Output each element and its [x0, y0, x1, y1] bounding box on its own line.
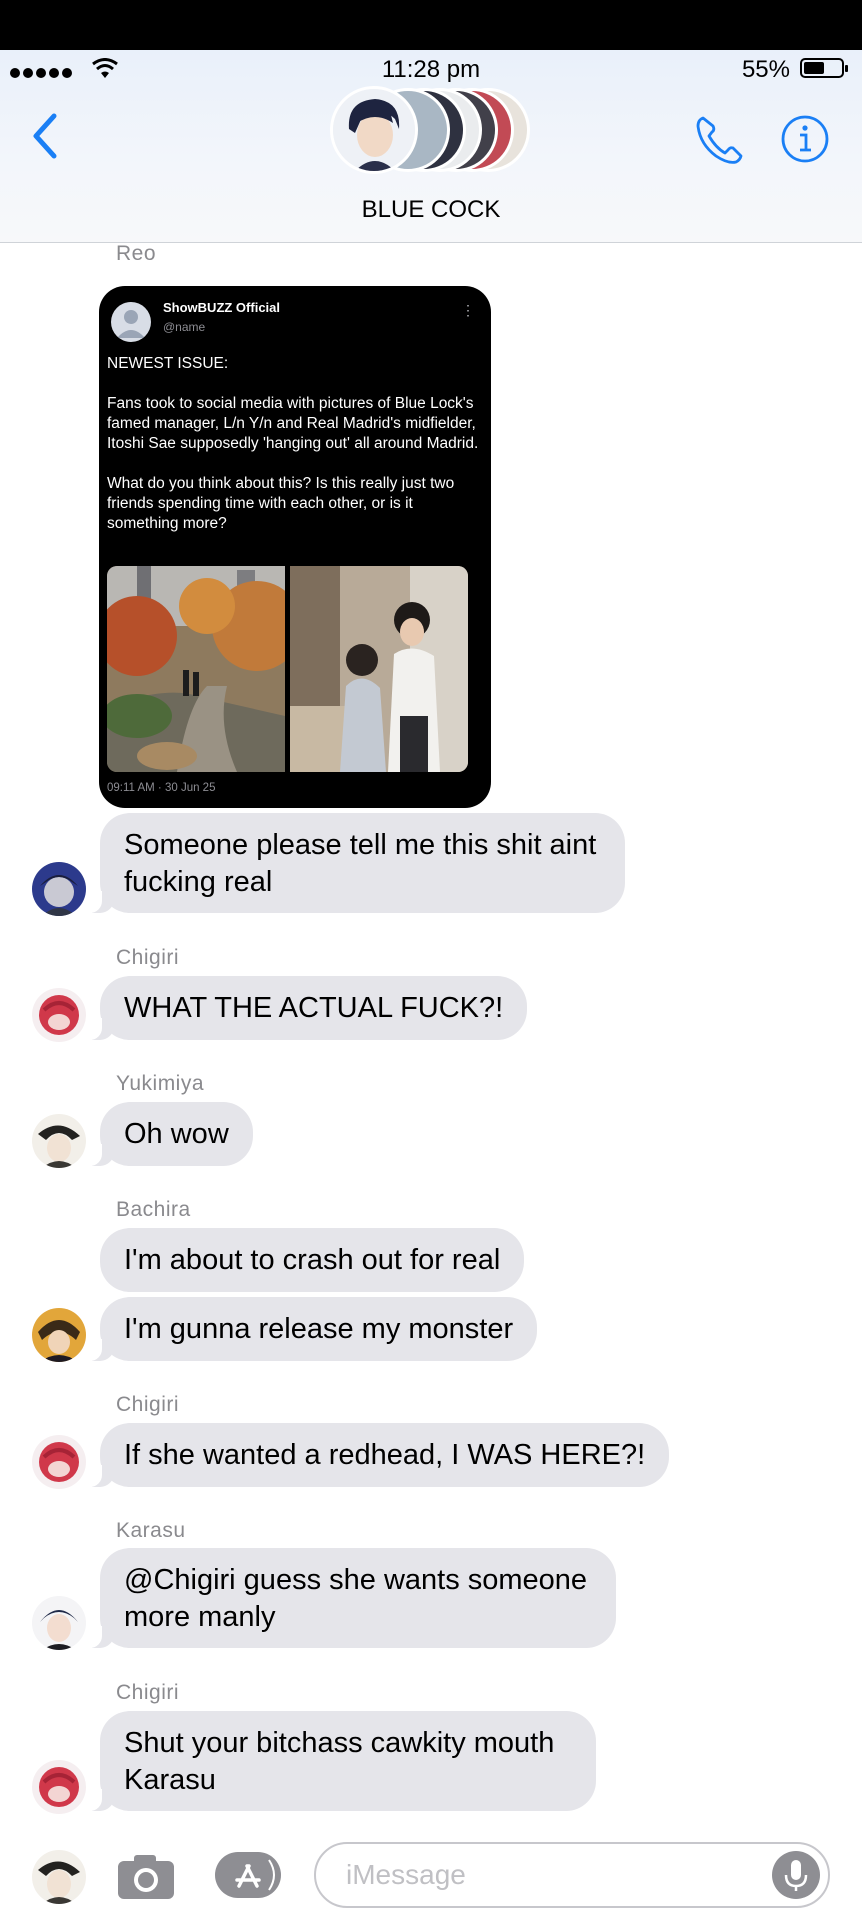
account-avatar-icon — [111, 302, 151, 342]
message-bubble[interactable]: WHAT THE ACTUAL FUCK?! — [100, 976, 528, 1040]
sender-name: Karasu — [116, 1519, 186, 1542]
bubble-tail — [80, 1789, 114, 1811]
info-button[interactable] — [780, 114, 830, 169]
avatar[interactable] — [32, 1596, 86, 1650]
message-bubble[interactable]: @Chigiri guess she wants someone more ma… — [100, 1548, 616, 1648]
sender-name: Chigiri — [116, 1681, 180, 1704]
group-avatar-stack[interactable] — [330, 86, 530, 178]
call-button[interactable] — [694, 114, 744, 171]
message-input-placeholder: iMessage — [346, 1859, 466, 1890]
status-time: 11:28 pm — [381, 56, 481, 83]
sender-name: Bachira — [116, 1198, 191, 1221]
top-black-bar — [0, 0, 862, 50]
avatar[interactable] — [32, 1114, 86, 1168]
info-icon — [781, 115, 829, 163]
avatar[interactable] — [32, 988, 86, 1042]
microphone-icon — [784, 1860, 808, 1891]
bubble-tail — [80, 1144, 114, 1166]
sender-name: Reo — [116, 242, 157, 265]
message-bubble[interactable]: Shut your bitchass cawkity mouth Karasu — [100, 1711, 596, 1811]
camera-button[interactable] — [116, 1853, 176, 1906]
shared-post-card[interactable]: ShowBUZZ Official @name ⋮ NEWEST ISSUE: … — [99, 286, 491, 808]
app-store-button[interactable] — [215, 1852, 281, 1898]
phone-icon — [696, 116, 743, 164]
avatar[interactable] — [32, 1308, 86, 1362]
group-name[interactable]: BLUE COCK — [0, 196, 862, 224]
message-bubble[interactable]: I'm about to crash out for real — [100, 1228, 525, 1292]
post-photo-shop[interactable] — [290, 566, 468, 772]
battery-percentage: 55% — [741, 56, 790, 83]
back-button[interactable] — [28, 112, 62, 165]
message-bubble[interactable]: Oh wow — [100, 1102, 253, 1166]
chevron-left-icon — [33, 113, 57, 159]
bubble-tail — [80, 1339, 114, 1361]
bubble-tail — [80, 1465, 114, 1487]
post-account-name: ShowBUZZ Official — [163, 300, 280, 315]
sender-name: Yukimiya — [116, 1072, 205, 1095]
camera-icon — [118, 1855, 174, 1899]
message-bubble[interactable]: If she wanted a redhead, I WAS HERE?! — [100, 1423, 670, 1487]
post-photo-park[interactable] — [107, 566, 285, 772]
bubble-tail — [80, 891, 114, 913]
app-store-icon — [235, 1859, 275, 1891]
sender-name: Chigiri — [116, 946, 180, 969]
battery-icon — [800, 58, 848, 78]
avatar[interactable] — [32, 1760, 86, 1814]
post-timestamp: 09:11 AM · 30 Jun 25 — [107, 782, 216, 794]
post-text: NEWEST ISSUE: Fans took to social media … — [107, 355, 479, 532]
message-bubble[interactable]: Someone please tell me this shit aint fu… — [100, 813, 625, 913]
message-bubble[interactable]: I'm gunna release my monster — [100, 1297, 538, 1361]
message-input[interactable]: iMessage — [314, 1842, 830, 1908]
sender-name: Chigiri — [116, 1393, 180, 1416]
bubble-tail — [80, 1626, 114, 1648]
avatar[interactable] — [32, 862, 86, 916]
dictation-button[interactable] — [772, 1851, 820, 1899]
avatar[interactable] — [32, 1850, 86, 1904]
bubble-tail — [80, 1018, 114, 1040]
group-avatar — [330, 86, 418, 174]
post-handle: @name — [163, 320, 206, 334]
more-options-icon[interactable]: ⋮ — [461, 302, 475, 319]
avatar[interactable] — [32, 1435, 86, 1489]
